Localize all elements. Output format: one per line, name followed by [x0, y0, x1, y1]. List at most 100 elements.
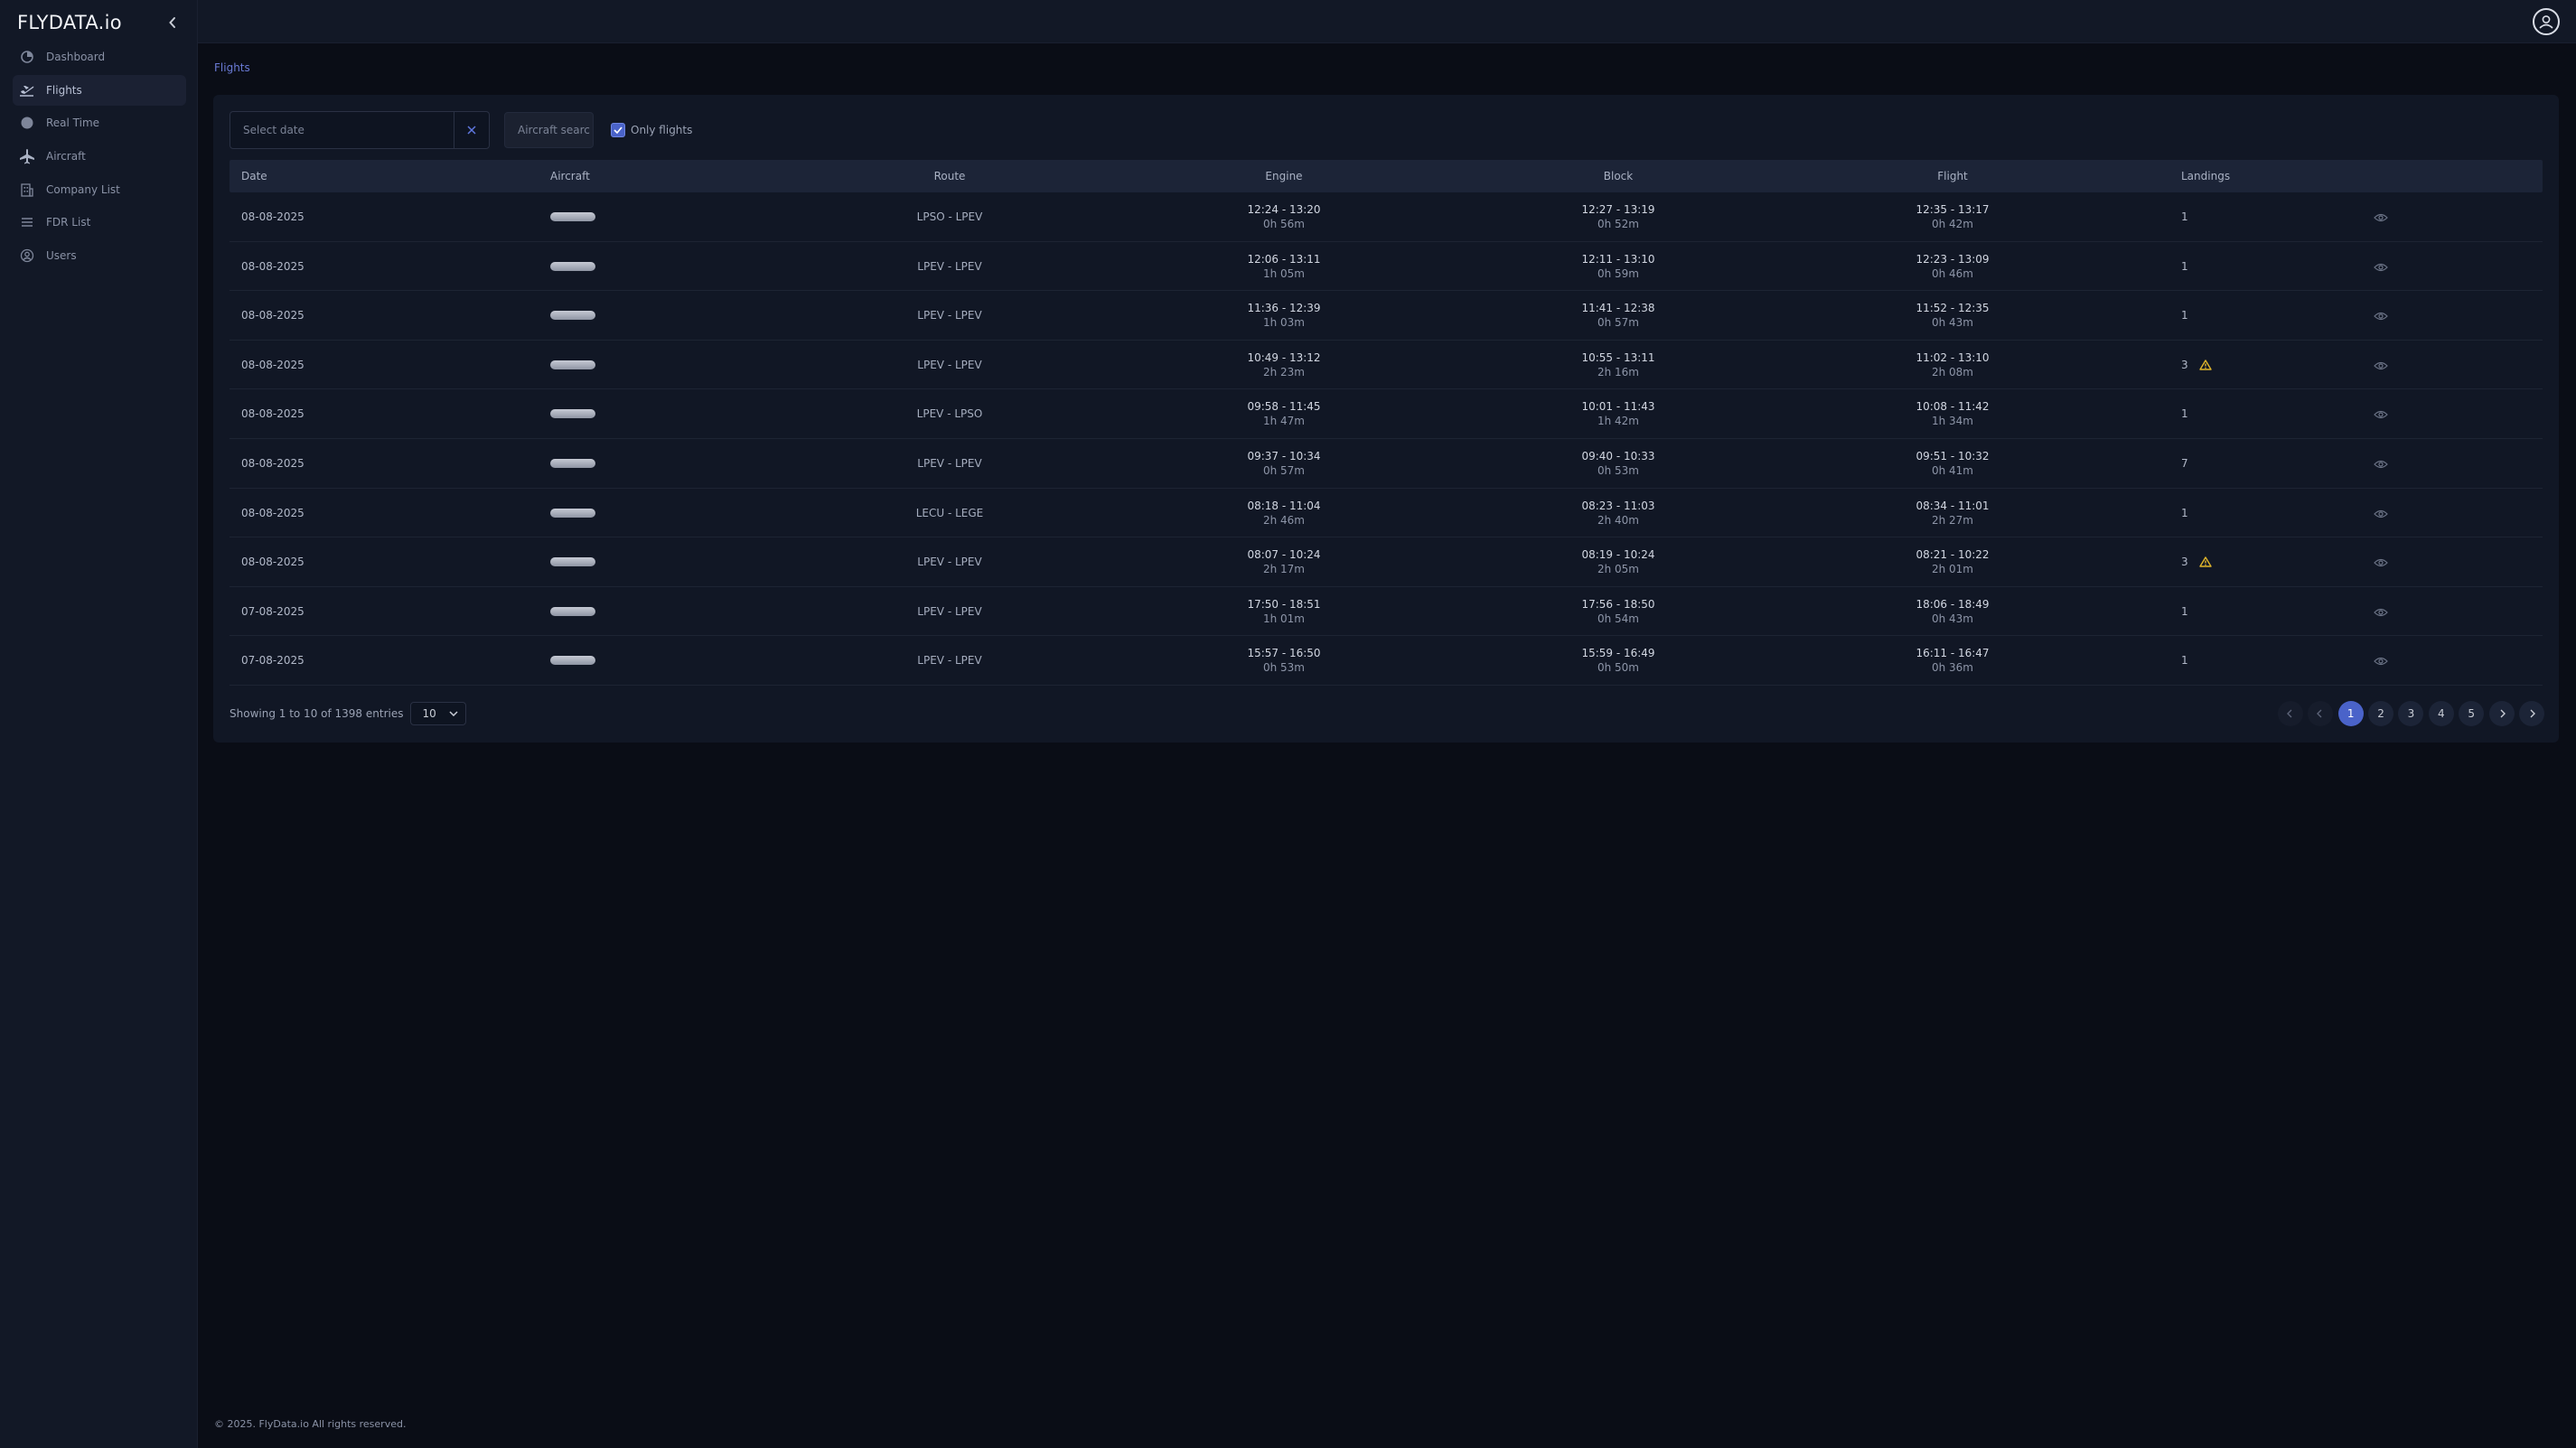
table-row[interactable]: 08-08-2025 LPEV - LPEV 09:37 - 10:34 0h 57m… [229, 439, 2543, 489]
cell-date: 08-08-2025 [241, 456, 304, 470]
next-page-button[interactable] [2488, 701, 2515, 726]
cell-flight: 09:51 - 10:32 0h 41m [1880, 449, 2025, 478]
view-flight-button[interactable] [2373, 604, 2389, 621]
column-header-aircraft[interactable]: Aircraft [550, 160, 590, 192]
cell-engine: 17:50 - 18:51 1h 01m [1212, 597, 1356, 626]
view-flight-button[interactable] [2373, 456, 2389, 472]
collapse-sidebar-button[interactable] [163, 11, 183, 34]
engine-duration: 1h 03m [1262, 316, 1305, 330]
aircraft-redacted-pill [550, 458, 595, 468]
flight-time-range: 12:35 - 13:17 [1916, 203, 1990, 216]
column-header-engine[interactable]: Engine [1265, 160, 1302, 192]
first-page-button[interactable] [2277, 701, 2303, 726]
cell-landings: 3 [2181, 537, 2212, 586]
column-header-flight[interactable]: Flight [1937, 160, 1968, 192]
flight-duration: 0h 43m [1931, 612, 1973, 625]
table-row[interactable]: 08-08-2025 LPSO - LPEV 12:24 - 13:20 0h 56m… [229, 192, 2543, 242]
engine-duration: 1h 01m [1262, 612, 1305, 625]
cell-flight: 18:06 - 18:49 0h 43m [1880, 597, 2025, 626]
cell-date: 08-08-2025 [241, 210, 304, 223]
view-flight-button[interactable] [2373, 259, 2389, 276]
column-header-route[interactable]: Route [934, 160, 966, 192]
cell-block: 08:19 - 10:24 2h 05m [1546, 547, 1691, 576]
page-button-5[interactable]: 5 [2459, 701, 2485, 726]
only-flights-toggle[interactable]: Only flights [611, 119, 692, 141]
cell-block: 12:11 - 13:10 0h 59m [1546, 252, 1691, 281]
block-time-range: 08:23 - 11:03 [1581, 499, 1655, 512]
view-flight-button[interactable] [2373, 653, 2389, 669]
column-header-date[interactable]: Date [241, 160, 267, 192]
date-filter [229, 111, 490, 149]
landings-count: 1 [2181, 604, 2188, 618]
engine-duration: 2h 46m [1262, 513, 1305, 527]
block-duration: 0h 50m [1597, 661, 1639, 675]
cell-block: 10:01 - 11:43 1h 42m [1546, 399, 1691, 428]
sidebar-item-company-list[interactable]: Company List [13, 174, 186, 205]
sidebar-item-flights[interactable]: Flights [13, 74, 186, 106]
sidebar-item-real-time[interactable]: Real Time [13, 107, 186, 138]
only-flights-checkbox[interactable] [611, 123, 625, 137]
page-button-1[interactable]: 1 [2337, 701, 2364, 726]
table-row[interactable]: 08-08-2025 LPEV - LPEV 11:36 - 12:39 1h 03m… [229, 291, 2543, 341]
last-page-button[interactable] [2519, 701, 2544, 726]
cell-landings: 1 [2181, 389, 2188, 438]
sidebar-item-aircraft[interactable]: Aircraft [13, 141, 186, 172]
sidebar-item-fdr-list[interactable]: FDR List [13, 207, 186, 238]
engine-time-range: 09:37 - 10:34 [1247, 449, 1321, 462]
table-row[interactable]: 08-08-2025 LPEV - LPSO 09:58 - 11:45 1h 47m… [229, 389, 2543, 439]
flight-duration: 0h 43m [1931, 316, 1973, 330]
double-chevron-left-icon [2286, 709, 2292, 718]
landings-count: 1 [2181, 506, 2188, 519]
dashboard-icon [19, 49, 35, 65]
block-duration: 2h 16m [1597, 365, 1639, 378]
table-row[interactable]: 07-08-2025 LPEV - LPEV 15:57 - 16:50 0h 53m… [229, 636, 2543, 686]
view-flight-button[interactable] [2373, 358, 2389, 374]
cell-date: 08-08-2025 [241, 556, 304, 569]
cell-date: 07-08-2025 [241, 604, 304, 618]
top-bar [198, 0, 2576, 43]
breadcrumb[interactable]: Flights [214, 61, 250, 74]
cell-route: LPEV - LPEV [917, 604, 982, 618]
column-header-landings[interactable]: Landings [2181, 160, 2230, 192]
sidebar-item-users[interactable]: Users [13, 240, 186, 271]
cell-route: LPEV - LPEV [917, 456, 982, 470]
view-flight-button[interactable] [2373, 506, 2389, 522]
eye-icon [2374, 361, 2388, 369]
previous-page-button[interactable] [2308, 701, 2334, 726]
page-button-4[interactable]: 4 [2428, 701, 2454, 726]
table-row[interactable]: 08-08-2025 LPEV - LPEV 12:06 - 13:11 1h 05m… [229, 242, 2543, 292]
table-row[interactable]: 08-08-2025 LECU - LEGE 08:18 - 11:04 2h 46m… [229, 489, 2543, 538]
page-button-3[interactable]: 3 [2398, 701, 2424, 726]
view-flight-button[interactable] [2373, 308, 2389, 324]
aircraft-search-input[interactable] [505, 113, 593, 147]
cell-engine: 12:06 - 13:11 1h 05m [1212, 252, 1356, 281]
date-input[interactable] [230, 112, 454, 148]
view-flight-button[interactable] [2373, 210, 2389, 226]
flight-time-range: 16:11 - 16:47 [1916, 647, 1990, 660]
double-chevron-right-icon [2530, 709, 2535, 718]
view-flight-button[interactable] [2373, 406, 2389, 423]
page-button-2[interactable]: 2 [2368, 701, 2394, 726]
engine-time-range: 10:49 - 13:12 [1247, 350, 1321, 364]
table-info: Showing 1 to 10 of 1398 entries 10 [229, 702, 467, 725]
page-size-select[interactable]: 10 [410, 702, 467, 725]
cell-route: LPSO - LPEV [916, 210, 983, 223]
block-duration: 0h 52m [1597, 218, 1639, 230]
table-row[interactable]: 08-08-2025 LPEV - LPEV 08:07 - 10:24 2h 17m… [229, 537, 2543, 587]
block-duration: 2h 05m [1597, 563, 1639, 576]
showing-entries-text: Showing 1 to 10 of 1398 entries [229, 707, 404, 720]
cell-engine: 08:18 - 11:04 2h 46m [1212, 499, 1356, 528]
block-time-range: 11:41 - 12:38 [1581, 302, 1655, 315]
clear-date-button[interactable] [454, 112, 489, 148]
cell-landings: 1 [2181, 636, 2188, 685]
warning-icon[interactable] [2198, 360, 2212, 370]
sidebar-item-dashboard[interactable]: Dashboard [13, 42, 186, 72]
view-flight-button[interactable] [2373, 555, 2389, 571]
cell-route: LPEV - LPEV [917, 654, 982, 668]
table-row[interactable]: 07-08-2025 LPEV - LPEV 17:50 - 18:51 1h 01m… [229, 587, 2543, 637]
table-row[interactable]: 08-08-2025 LPEV - LPEV 10:49 - 13:12 2h 23m… [229, 341, 2543, 390]
list-icon [19, 214, 35, 230]
user-menu-button[interactable] [2533, 8, 2560, 35]
warning-icon[interactable] [2198, 556, 2212, 567]
column-header-block[interactable]: Block [1604, 160, 1633, 192]
